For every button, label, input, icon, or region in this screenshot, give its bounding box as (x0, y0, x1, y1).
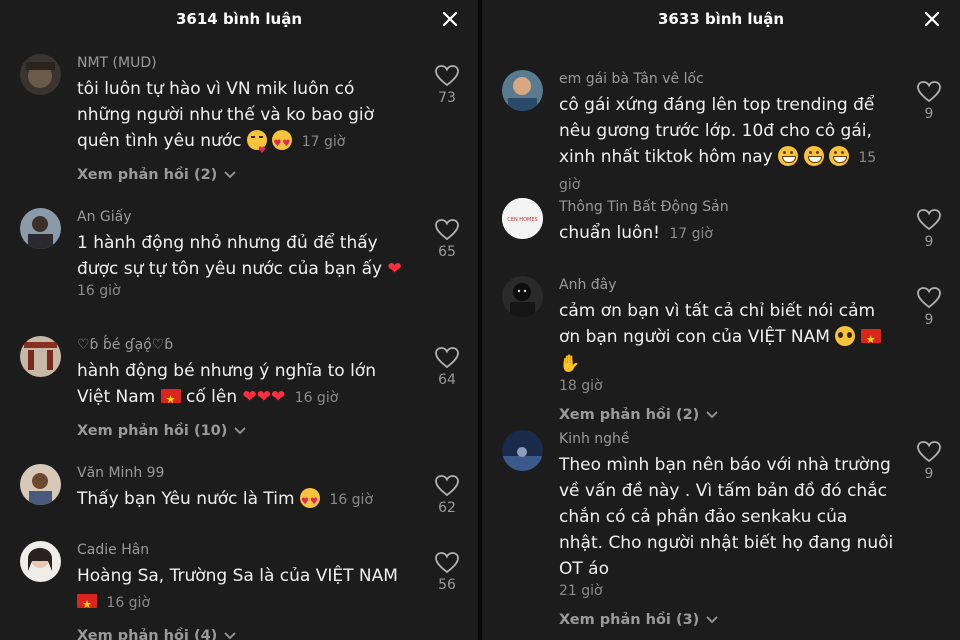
view-replies-button[interactable]: Xem phản hồi (4) (77, 628, 412, 640)
view-replies-button[interactable]: Xem phản hồi (2) (559, 407, 894, 423)
close-icon[interactable] (440, 9, 460, 29)
avatar[interactable] (502, 70, 543, 111)
comment-text: 1 hành động nhỏ nhưng đủ để thấy được sự… (77, 230, 412, 300)
kissing-face-icon (246, 130, 267, 164)
view-replies-button[interactable]: Xem phản hồi (2) (77, 167, 412, 183)
chevron-down-icon (706, 411, 718, 419)
username[interactable]: An Giấy (77, 208, 412, 226)
chevron-down-icon (706, 616, 718, 624)
like-button[interactable]: 65 (432, 218, 462, 260)
heart-outline-icon (917, 287, 941, 309)
heart-eyes-face-icon (272, 130, 293, 157)
grinning-face-icon (828, 146, 849, 166)
heart-outline-icon (917, 209, 941, 231)
avatar[interactable] (20, 336, 61, 377)
chevron-down-icon (224, 171, 236, 179)
comment-time: 16 giờ (106, 595, 151, 611)
heart-outline-icon (435, 219, 459, 241)
comments-header: 3614 bình luận (0, 0, 478, 40)
heart-outline-icon (435, 347, 459, 369)
heart-outline-icon (435, 552, 459, 574)
comments-panel-left: 3614 bình luận NMT (MUD) tôi luôn tự hào… (0, 0, 478, 640)
username[interactable]: Kinh nghề (559, 430, 894, 448)
comment-text: cô gái xứng đáng lên top trending để nêu… (559, 95, 877, 193)
svg-text:CEN HOMES: CEN HOMES (507, 217, 537, 223)
vietnam-flag-icon (860, 327, 881, 353)
comment-text: hành động bé nhưng ý nghĩa to lớn Việt N… (77, 358, 412, 413)
comments-panel-right: 3633 bình luận em gái bà Tân vê lốc cô g… (482, 0, 960, 640)
comments-count-title: 3633 bình luận (657, 10, 785, 28)
smiling-face-with-hearts-icon (300, 488, 320, 515)
like-count: 64 (438, 372, 456, 388)
heart-outline-icon (435, 65, 459, 87)
avatar[interactable] (20, 464, 61, 505)
pleading-face-icon (835, 326, 856, 346)
like-count: 9 (924, 312, 934, 328)
handshake-icon: ✋ (559, 354, 581, 374)
like-button[interactable]: 56 (432, 551, 462, 593)
chevron-down-icon (234, 427, 247, 435)
grinning-face-icon (803, 146, 824, 166)
comment-time: 16 giờ (77, 283, 121, 299)
username[interactable]: NMT (MUD) (77, 54, 412, 72)
comment-time: 16 giờ (329, 492, 374, 508)
heart-outline-icon (917, 81, 941, 103)
username[interactable]: Thông Tin Bất Động Sản (559, 198, 894, 216)
comment-text: chuẩn luôn! 17 giờ (559, 223, 713, 243)
like-count: 9 (924, 466, 934, 482)
avatar[interactable] (20, 208, 61, 249)
vietnam-flag-icon (160, 387, 181, 413)
avatar[interactable] (502, 276, 543, 317)
like-count: 62 (438, 500, 456, 516)
comment-time: 18 giờ (559, 378, 603, 394)
avatar[interactable]: CEN HOMES (502, 198, 543, 239)
comment-text: cảm ơn bạn vì tất cả chỉ biết nói cảm ơn… (559, 298, 894, 395)
like-button[interactable]: 62 (432, 474, 462, 516)
grinning-face-icon (778, 146, 799, 166)
close-icon[interactable] (922, 9, 942, 29)
vietnam-flag-icon (77, 592, 97, 618)
avatar[interactable] (502, 430, 543, 471)
comment-time: 16 giờ (294, 390, 339, 406)
comment-text: tôi luôn tự hào vì VN mik luôn có những … (77, 76, 412, 164)
comment-time: 17 giờ (669, 226, 713, 242)
avatar[interactable] (20, 541, 61, 582)
comments-count-title: 3614 bình luận (175, 10, 303, 28)
like-button[interactable]: 9 (914, 286, 944, 328)
username[interactable]: Cadie Hân (77, 541, 412, 559)
like-button[interactable]: 9 (914, 80, 944, 122)
chevron-down-icon (224, 632, 236, 640)
red-heart-icon: ❤❤❤ (242, 387, 286, 407)
comment-text: Hoàng Sa, Trường Sa là của VIỆT NAM 16 g… (77, 563, 412, 618)
like-count: 73 (438, 90, 456, 106)
username[interactable]: ♡ɓ ɓ́é ɠạǫ̂♡ɓ (77, 336, 412, 354)
view-replies-button[interactable]: Xem phản hồi (10) (77, 423, 412, 439)
view-replies-button[interactable]: Xem phản hồi (3) (559, 612, 894, 628)
username[interactable]: Anh đây (559, 276, 894, 294)
like-count: 65 (438, 244, 456, 260)
like-count: 9 (924, 234, 934, 250)
comment-time: 17 giờ (301, 134, 346, 150)
like-button[interactable]: 73 (432, 64, 462, 106)
like-button[interactable]: 9 (914, 440, 944, 482)
comments-header: 3633 bình luận (482, 0, 960, 40)
red-heart-icon: ❤ (387, 259, 402, 279)
comment-text: Theo mình bạn nên báo với nhà trường về … (559, 455, 894, 599)
like-count: 56 (438, 577, 456, 593)
avatar[interactable] (20, 54, 61, 95)
comment-text: Thấy bạn Yêu nước là Tim 16 giờ (77, 486, 412, 515)
like-count: 9 (924, 106, 934, 122)
heart-outline-icon (917, 441, 941, 463)
like-button[interactable]: 9 (914, 208, 944, 250)
heart-outline-icon (435, 475, 459, 497)
username[interactable]: em gái bà Tân vê lốc (559, 70, 894, 88)
comment-time: 21 giờ (559, 583, 603, 599)
username[interactable]: Văn Minh 99 (77, 464, 412, 482)
like-button[interactable]: 64 (432, 346, 462, 388)
